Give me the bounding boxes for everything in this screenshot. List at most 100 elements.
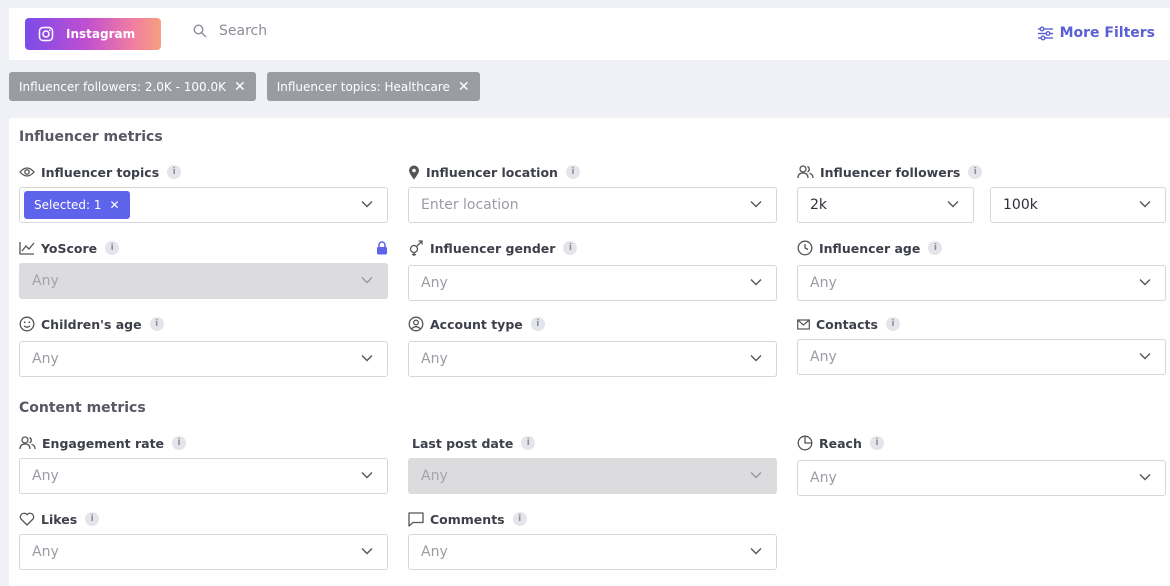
account-type-select[interactable]: Any xyxy=(408,341,777,377)
account-type-value: Any xyxy=(421,351,448,367)
engagement-rate-label: Engagement rate i xyxy=(19,434,187,452)
heart-icon xyxy=(19,512,35,526)
followers-max-select[interactable]: 100k xyxy=(990,187,1166,223)
info-icon[interactable]: i xyxy=(149,317,164,331)
info-icon[interactable]: i xyxy=(565,165,580,179)
label-text: Influencer gender xyxy=(430,240,556,256)
info-icon[interactable]: i xyxy=(563,241,578,255)
user-circle-icon xyxy=(408,316,424,332)
close-icon[interactable]: ✕ xyxy=(234,80,246,94)
reach-label: Reach i xyxy=(797,434,884,452)
label-text: Account type xyxy=(430,316,523,332)
age-select[interactable]: Any xyxy=(797,265,1166,301)
location-input[interactable]: Enter location xyxy=(408,187,777,223)
chevron-down-icon xyxy=(361,472,373,479)
label-text: Likes xyxy=(41,511,78,527)
platform-label: Instagram xyxy=(66,27,136,41)
comments-select[interactable]: Any xyxy=(408,534,777,570)
chevron-down-icon xyxy=(750,279,762,286)
close-icon[interactable]: ✕ xyxy=(110,198,120,212)
engagement-rate-select[interactable]: Any xyxy=(19,458,388,494)
pie-chart-icon xyxy=(797,435,813,451)
label-text: Influencer followers xyxy=(820,164,961,180)
contacts-select[interactable]: Any xyxy=(797,339,1166,375)
chevron-down-icon xyxy=(361,201,373,208)
info-icon[interactable]: i xyxy=(105,241,120,255)
filter-chip-followers[interactable]: Influencer followers: 2.0K - 100.0K ✕ xyxy=(9,72,256,101)
label-text: Comments xyxy=(430,511,505,527)
top-bar: Instagram Search More Filters xyxy=(9,8,1170,60)
gender-select[interactable]: Any xyxy=(408,265,777,301)
followers-max-value: 100k xyxy=(1003,197,1038,213)
search-icon xyxy=(193,24,207,38)
gender-icon xyxy=(409,240,423,256)
age-label: Influencer age i xyxy=(797,239,943,257)
yoscore-select: Any xyxy=(19,263,388,299)
users-icon xyxy=(797,165,814,179)
section-title-influencer-metrics: Influencer metrics xyxy=(19,129,163,145)
topics-select[interactable]: Selected: 1 ✕ xyxy=(19,187,388,223)
chevron-down-icon xyxy=(361,548,373,555)
reach-select[interactable]: Any xyxy=(797,460,1166,496)
section-title-content-metrics: Content metrics xyxy=(19,400,146,416)
label-text: Reach xyxy=(819,435,862,451)
chevron-down-icon xyxy=(1139,353,1151,360)
label-text: Last post date xyxy=(412,435,514,451)
info-icon[interactable]: i xyxy=(167,165,182,179)
clock-icon xyxy=(797,240,813,256)
info-icon[interactable]: i xyxy=(85,512,100,526)
children-age-select[interactable]: Any xyxy=(19,341,388,377)
label-text: Engagement rate xyxy=(42,435,165,451)
info-icon[interactable]: i xyxy=(869,436,884,450)
chevron-down-icon xyxy=(361,277,373,284)
chevron-down-icon xyxy=(1139,201,1151,208)
selected-badge[interactable]: Selected: 1 ✕ xyxy=(24,191,130,219)
more-filters-button[interactable]: More Filters xyxy=(1037,25,1155,41)
chevron-down-icon xyxy=(947,201,959,208)
info-icon[interactable]: i xyxy=(521,436,536,450)
comment-icon xyxy=(408,511,424,527)
close-icon[interactable]: ✕ xyxy=(458,80,470,94)
active-filters: Influencer followers: 2.0K - 100.0K ✕ In… xyxy=(9,72,480,101)
users-icon xyxy=(19,436,36,450)
age-value: Any xyxy=(810,275,837,291)
info-icon[interactable]: i xyxy=(928,241,943,255)
contacts-value: Any xyxy=(810,349,837,365)
chevron-down-icon xyxy=(750,548,762,555)
filters-panel: Influencer metrics Influencer topics i S… xyxy=(9,118,1170,586)
label-text: Children's age xyxy=(41,316,142,332)
likes-label: Likes i xyxy=(19,510,100,528)
reach-value: Any xyxy=(810,470,837,486)
topics-label: Influencer topics i xyxy=(19,163,182,181)
last-post-date-label: Last post date i xyxy=(412,434,536,452)
followers-min-value: 2k xyxy=(810,197,828,213)
info-icon[interactable]: i xyxy=(530,317,545,331)
comments-label: Comments i xyxy=(408,510,527,528)
info-icon[interactable]: i xyxy=(512,512,527,526)
label-text: Influencer location xyxy=(426,164,558,180)
yoscore-value: Any xyxy=(32,273,59,289)
search-input[interactable]: Search xyxy=(193,23,267,39)
smile-icon xyxy=(19,316,35,332)
chevron-down-icon xyxy=(750,201,762,208)
children-age-value: Any xyxy=(32,351,59,367)
info-icon[interactable]: i xyxy=(885,317,900,331)
children-age-label: Children's age i xyxy=(19,315,164,333)
more-filters-label: More Filters xyxy=(1059,25,1155,41)
comments-value: Any xyxy=(421,544,448,560)
info-icon[interactable]: i xyxy=(172,436,187,450)
gender-value: Any xyxy=(421,275,448,291)
label-text: YoScore xyxy=(41,240,98,256)
eye-icon xyxy=(19,167,35,177)
followers-min-select[interactable]: 2k xyxy=(797,187,974,223)
filter-chip-topics[interactable]: Influencer topics: Healthcare ✕ xyxy=(266,72,480,101)
likes-select[interactable]: Any xyxy=(19,534,388,570)
instagram-platform-button[interactable]: Instagram xyxy=(25,18,161,50)
likes-value: Any xyxy=(32,544,59,560)
gender-label: Influencer gender i xyxy=(408,239,578,257)
location-label: Influencer location i xyxy=(408,163,580,181)
info-icon[interactable]: i xyxy=(968,165,983,179)
mail-icon xyxy=(797,318,810,330)
search-placeholder: Search xyxy=(219,23,268,39)
chevron-down-icon xyxy=(361,355,373,362)
